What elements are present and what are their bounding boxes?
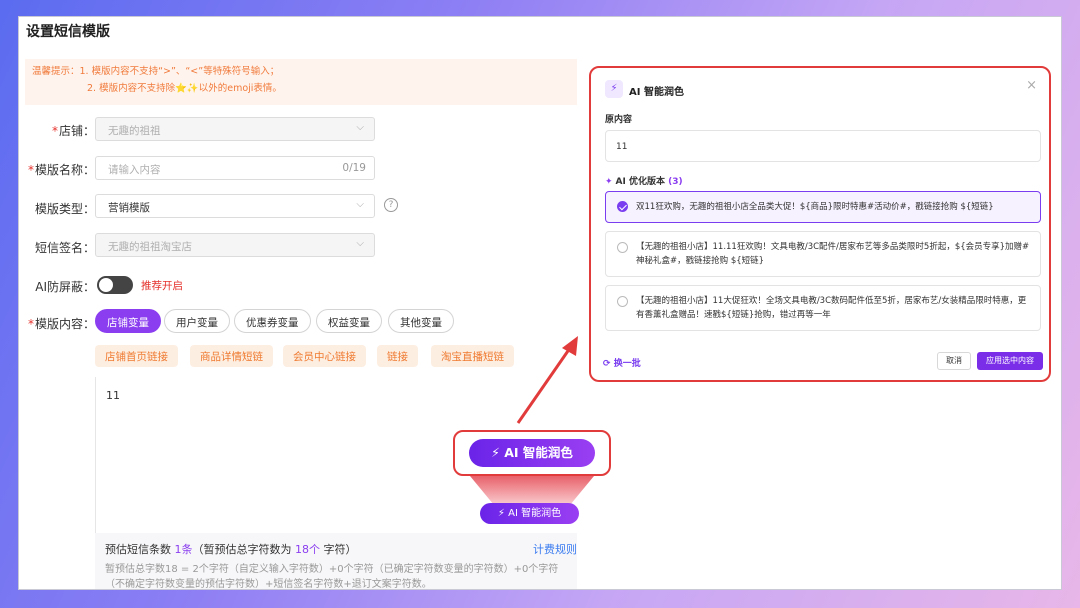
panel-title: AI 智能润色 xyxy=(629,87,684,98)
option-text: 【无趣的祖祖小店】11.11狂欢购！文具电教/3C配件/居家布艺等多品类限时5折… xyxy=(636,242,1030,266)
option-card[interactable]: 【无趣的祖祖小店】11大促狂欢！全场文具电教/3C数码配件低至5折，居家布艺/女… xyxy=(605,285,1041,331)
option-text: 【无趣的祖祖小店】11大促狂欢！全场文具电教/3C数码配件低至5折，居家布艺/女… xyxy=(636,296,1027,320)
ai-polish-panel: ⚡ AI 智能润色 × 原内容 11 ✦ AI 优化版本 (3) 双11狂欢购，无… xyxy=(589,66,1051,382)
sms-sign-value: 无趣的祖祖淘宝店 xyxy=(108,241,192,253)
shop-label: *店铺： xyxy=(51,124,95,138)
sms-sign-select[interactable]: 无趣的祖祖淘宝店 ⌵ xyxy=(95,233,375,257)
char-counter: 0/19 xyxy=(342,162,366,174)
sparkle-icon: ✦ xyxy=(605,177,613,187)
var-tag-link[interactable]: 链接 xyxy=(377,345,418,367)
ai-polish-button[interactable]: ⚡ AI 智能润色 xyxy=(480,503,579,524)
tab-user-variables[interactable]: 用户变量 xyxy=(164,309,230,333)
chevron-down-icon: ⌵ xyxy=(356,238,364,249)
original-content-label: 原内容 xyxy=(605,115,633,125)
refresh-icon: ⟳ xyxy=(603,359,611,369)
chevron-down-icon: ⌵ xyxy=(356,199,364,210)
estimate-detail-1: 暂预估总字数18 = 2个字符（自定义输入字符数）+0个字符（已确定字符数变量的… xyxy=(105,564,559,575)
ai-polish-highlight: ⚡ AI 智能润色 xyxy=(453,430,611,476)
estimate-summary: 预估短信条数 1条（暂预估总字符数为 18个 字符） xyxy=(105,543,357,556)
warning-tip: 温馨提示：1. 模版内容不支持“>”、“<”等特殊符号输入； 2. 模版内容不支… xyxy=(25,59,577,105)
estimate-detail-2: （不确定字符数变量的预估字符数）+短信签名字符数+退订文案字符数。 xyxy=(105,579,432,590)
anti-block-label: AI防屏蔽： xyxy=(35,280,95,294)
template-name-input[interactable]: 请输入内容 0/19 xyxy=(95,156,375,180)
anti-block-toggle[interactable] xyxy=(97,276,133,294)
template-type-label: 模版类型： xyxy=(34,202,95,216)
pointer-arrow xyxy=(516,336,578,424)
page-title: 设置短信模版 xyxy=(26,24,110,40)
ai-polish-button-zoomed[interactable]: ⚡ AI 智能润色 xyxy=(469,439,595,467)
tab-shop-variables[interactable]: 店铺变量 xyxy=(95,309,161,333)
radio-unchecked[interactable] xyxy=(617,242,628,253)
magic-wand-icon: ⚡ xyxy=(491,445,500,460)
var-tag-product-link[interactable]: 商品详情短链 xyxy=(190,345,273,367)
radio-unchecked[interactable] xyxy=(617,296,628,307)
refresh-batch-button[interactable]: ⟳ 换一批 xyxy=(603,356,641,369)
apply-selected-button[interactable]: 应用选中内容 xyxy=(977,352,1043,370)
tab-rights-variables[interactable]: 权益变量 xyxy=(316,309,382,333)
shop-select[interactable]: 无趣的祖祖 ⌵ xyxy=(95,117,375,141)
editor-text: 11 xyxy=(106,389,120,402)
tab-coupon-variables[interactable]: 优惠券变量 xyxy=(234,309,311,333)
sms-estimate: 预估短信条数 1条（暂预估总字符数为 18个 字符） 暂预估总字数18 = 2个… xyxy=(95,533,577,590)
billing-rules-link[interactable]: 计费规则 xyxy=(533,541,577,557)
tip-line-1: 温馨提示：1. 模版内容不支持“>”、“<”等特殊符号输入； xyxy=(32,66,280,77)
template-content-label: *模版内容： xyxy=(27,317,95,331)
help-icon[interactable]: ? xyxy=(384,198,398,212)
var-tag-live-link[interactable]: 淘宝直播短链 xyxy=(431,345,514,367)
optimized-versions-label: ✦ AI 优化版本 (3) xyxy=(605,177,683,187)
template-type-select[interactable]: 营销模版 ⌵ xyxy=(95,194,375,218)
shop-value: 无趣的祖祖 xyxy=(108,125,161,137)
tip-line-2: 2. 模版内容不支持除⭐✨以外的emoji表情。 xyxy=(87,83,282,94)
radio-checked[interactable] xyxy=(617,201,628,212)
close-icon[interactable]: × xyxy=(1026,78,1037,93)
option-card[interactable]: 双11狂欢购，无趣的祖祖小店全品类大促！${商品}限时特惠#活动价#，戳链接抢购… xyxy=(605,191,1041,223)
template-name-label: *模版名称： xyxy=(27,163,95,177)
chevron-down-icon: ⌵ xyxy=(356,122,364,133)
var-tag-member-link[interactable]: 会员中心链接 xyxy=(283,345,366,367)
var-tag-shop-home-link[interactable]: 店铺首页链接 xyxy=(95,345,178,367)
cancel-button[interactable]: 取消 xyxy=(937,352,971,370)
template-type-value: 营销模版 xyxy=(108,202,150,214)
option-card[interactable]: 【无趣的祖祖小店】11.11狂欢购！文具电教/3C配件/居家布艺等多品类限时5折… xyxy=(605,231,1041,277)
sms-sign-label: 短信签名： xyxy=(34,241,95,255)
magic-wand-icon: ⚡ xyxy=(497,508,505,519)
recommend-hint: 推荐开启 xyxy=(141,280,183,292)
template-name-placeholder: 请输入内容 xyxy=(108,164,161,176)
option-text: 双11狂欢购，无趣的祖祖小店全品类大促！${商品}限时特惠#活动价#，戳链接抢购… xyxy=(636,202,994,212)
tab-other-variables[interactable]: 其他变量 xyxy=(388,309,454,333)
magic-wand-icon: ⚡ xyxy=(605,80,623,98)
original-content-field[interactable]: 11 xyxy=(605,130,1041,162)
